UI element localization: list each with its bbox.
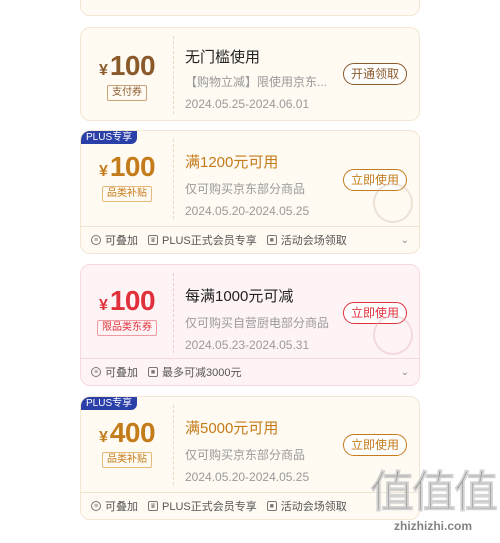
currency-symbol: ¥ xyxy=(98,297,108,314)
dashed-divider xyxy=(173,405,174,485)
coupon-card-partial xyxy=(80,0,420,16)
stack-icon: ≡ xyxy=(91,501,101,511)
watermark: 值值值 zhizhizhi.com xyxy=(370,468,499,533)
coupon-amount: 100 xyxy=(109,50,156,81)
square-dot-icon: ■ xyxy=(266,235,277,245)
square-dot-icon: ■ xyxy=(148,367,158,377)
coupon-type-tag: 品类补贴 xyxy=(102,452,152,468)
footer-item: ≡ 可叠加 xyxy=(91,364,138,380)
coupon-card: PLUS专享 ¥ 400 品类补贴 满5000元可用 仅可购买京东部分商品 20… xyxy=(80,396,420,520)
footer-item: ■ 最多可减3000元 xyxy=(148,364,241,380)
stack-icon: ≡ xyxy=(91,235,101,245)
chevron-down-icon[interactable]: ⌄ xyxy=(401,235,409,246)
watermark-logo: 值值值 xyxy=(370,468,499,517)
footer-item: ■ 活动会场领取 xyxy=(266,498,347,514)
chevron-down-icon[interactable]: ⌄ xyxy=(401,367,409,378)
coupon-card: ¥ 100 支付券 无门槛使用 【购物立减】限使用京东... 2024.05.2… xyxy=(80,27,420,121)
currency-symbol: ¥ xyxy=(98,62,108,79)
coupon-stub: ¥ 100 支付券 xyxy=(81,28,173,101)
claim-button[interactable]: 开通领取 xyxy=(342,63,407,85)
coupon-footer: ≡ 可叠加 ♛ PLUS正式会员专享 ■ 活动会场领取 xyxy=(81,492,419,519)
coupon-amount: 100 xyxy=(109,285,156,316)
dashed-divider xyxy=(173,139,174,219)
currency-symbol: ¥ xyxy=(98,429,108,446)
square-dot-icon: ■ xyxy=(266,501,277,511)
crown-icon: ♛ xyxy=(148,501,158,511)
footer-item: ■ 活动会场领取 xyxy=(266,232,347,248)
coupon-type-tag: 支付券 xyxy=(107,85,147,101)
footer-item: ≡ 可叠加 xyxy=(91,498,138,514)
dashed-divider xyxy=(173,36,174,114)
footer-item: ♛ PLUS正式会员专享 xyxy=(148,501,257,513)
currency-symbol: ¥ xyxy=(98,163,108,180)
coupon-type-tag: 品类补贴 xyxy=(102,186,152,202)
coupon-card: PLUS专享 ¥ 100 品类补贴 满1200元可用 仅可购买京东部分商品 20… xyxy=(80,130,420,254)
coupon-card: ¥ 100 限品类东券 每满1000元可减 仅可购买自营厨电部分商品 2024.… xyxy=(80,264,420,386)
dashed-divider xyxy=(173,273,174,353)
coupon-amount: 100 xyxy=(109,151,156,182)
watermark-url: zhizhizhi.com xyxy=(394,519,472,533)
crown-icon: ♛ xyxy=(148,235,158,245)
coupon-footer: ≡ 可叠加 ■ 最多可减3000元 xyxy=(81,358,419,385)
footer-item: ♛ PLUS正式会员专享 xyxy=(148,235,257,247)
coupon-footer: ≡ 可叠加 ♛ PLUS正式会员专享 ■ 活动会场领取 xyxy=(81,226,419,253)
footer-item: ≡ 可叠加 xyxy=(91,232,138,248)
stack-icon: ≡ xyxy=(91,367,101,377)
coupon-amount: 400 xyxy=(109,417,156,448)
use-now-button[interactable]: 立即使用 xyxy=(342,434,407,456)
coupon-type-tag: 限品类东券 xyxy=(97,320,157,336)
coupon-date: 2024.05.25-2024.06.01 xyxy=(185,97,310,111)
